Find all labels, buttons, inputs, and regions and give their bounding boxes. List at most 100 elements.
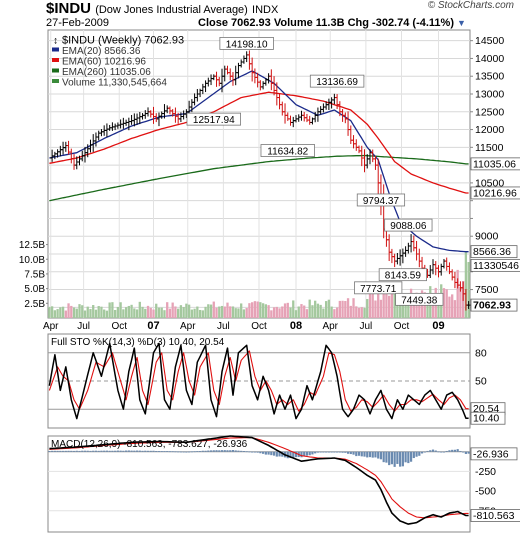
macd-histogram-bar [218, 450, 221, 452]
macd-histogram-bar [423, 451, 426, 453]
volume-bar [253, 301, 257, 318]
volume-bar [283, 303, 287, 318]
macd-histogram-bar [456, 449, 459, 452]
volume-bar [248, 303, 251, 318]
x-axis-label: Apr [322, 321, 338, 332]
macd-histogram-bar [374, 451, 377, 458]
macd-histogram-bar [368, 451, 372, 458]
macd-histogram-bar [105, 450, 109, 452]
volume-bar [368, 292, 372, 318]
legend-swatch [52, 58, 59, 62]
price-axis-label: 9000 [475, 231, 499, 243]
macd-histogram-bar [262, 451, 265, 454]
macd-histogram-bar [53, 450, 56, 452]
price-axis-label: 14500 [475, 35, 504, 47]
x-axis-label: Oct [394, 321, 410, 332]
volume-bar [366, 299, 369, 318]
volume-bar [168, 308, 172, 318]
macd-histogram-bar [122, 450, 125, 452]
macd-histogram-bar [149, 450, 152, 452]
macd-histogram-bar [70, 450, 73, 452]
macd-histogram-bar [171, 451, 174, 453]
macd-histogram-bar [346, 451, 350, 454]
volume-bar [223, 306, 226, 318]
volume-bar [204, 306, 207, 318]
macd-histogram-bar [108, 450, 111, 452]
macd-histogram-bar [141, 450, 144, 452]
macd-histogram-bar [248, 451, 251, 453]
volume-bar [155, 303, 158, 318]
volume-bar [179, 305, 183, 318]
volume-bar [382, 293, 385, 318]
volume-bar [322, 308, 325, 318]
legend-swatch [52, 47, 59, 52]
macd-histogram-bar [72, 450, 76, 452]
volume-bar [303, 305, 306, 318]
macd-histogram-bar [92, 450, 95, 452]
volume-bar [201, 310, 204, 318]
macd-histogram-bar [111, 450, 114, 452]
macd-histogram-bar [89, 450, 92, 452]
macd-histogram-bar [166, 451, 169, 452]
macd-histogram-bar [94, 450, 98, 452]
macd-histogram-bar [237, 450, 240, 452]
macd-histogram-bar [212, 450, 215, 452]
volume-bar [75, 308, 78, 318]
price-axis-label: 12500 [475, 106, 504, 118]
volume-bar [242, 309, 246, 318]
macd-histogram-bar [272, 451, 276, 456]
macd-histogram-bar [440, 451, 443, 453]
volume-bar [349, 305, 352, 318]
macd-histogram-bar [442, 451, 446, 453]
volume-bar [152, 309, 155, 318]
volume-bar [196, 306, 199, 318]
macd-histogram-bar [253, 451, 256, 453]
x-axis-label: Oct [111, 321, 127, 332]
volume-bar [133, 308, 136, 318]
volume-bar [182, 307, 185, 318]
macd-histogram-bar [81, 450, 84, 452]
volume-bar [67, 303, 70, 318]
macd-histogram-bar [412, 451, 415, 459]
macd-histogram-bar [393, 451, 396, 467]
volume-bar [220, 305, 224, 318]
x-axis-label: Apr [43, 321, 59, 332]
volume-bar [108, 302, 111, 318]
macd-histogram-bar [155, 450, 158, 452]
volume-bar [72, 307, 76, 318]
volume-bar [61, 306, 65, 318]
price-right-tag: 10216.96 [473, 187, 517, 199]
macd-histogram-bar [56, 450, 59, 452]
volume-bar [64, 310, 67, 318]
macd-histogram-bar [431, 449, 435, 452]
volume-bar [119, 302, 122, 318]
volume-bar [92, 305, 95, 318]
volume-bar [198, 309, 202, 318]
volume-bar [174, 306, 177, 318]
macd-histogram-bar [198, 451, 202, 452]
volume-bar [456, 269, 459, 318]
volume-bar [212, 301, 215, 318]
x-axis-label: 07 [147, 320, 159, 332]
macd-histogram-bar [451, 449, 454, 452]
volume-bar [292, 300, 295, 318]
macd-histogram-bar [319, 451, 322, 453]
macd-histogram-bar [144, 450, 147, 452]
macd-histogram-bar [349, 451, 352, 455]
macd-histogram-bar [209, 450, 213, 452]
price-right-tag: 8566.36 [473, 246, 511, 258]
macd-histogram-bar [97, 450, 100, 452]
macd-histogram-bar [352, 451, 355, 455]
volume-bar [357, 307, 361, 318]
volume-axis-label: 2.5B [24, 299, 45, 310]
macd-right-tag: -810.563 [473, 510, 515, 522]
macd-histogram-bar [196, 451, 199, 452]
price-annotation: 9794.37 [363, 196, 400, 207]
macd-histogram-bar [174, 451, 177, 453]
macd-histogram-bar [396, 451, 399, 464]
volume-bar [83, 310, 87, 318]
macd-histogram-bar [119, 450, 122, 452]
volume-bar [388, 295, 391, 318]
volume-bar [94, 309, 98, 318]
macd-histogram-bar [390, 451, 393, 465]
